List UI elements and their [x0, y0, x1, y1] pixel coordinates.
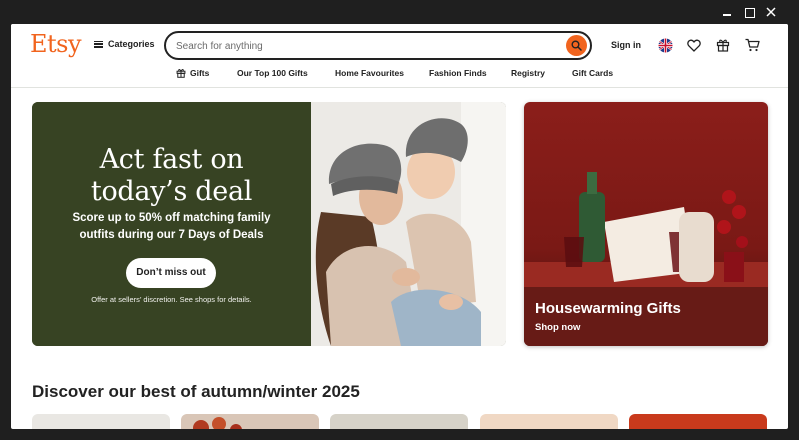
gift-icon[interactable] [715, 37, 731, 53]
category-nav: Gifts Our Top 100 Gifts Home Favourites … [11, 66, 788, 84]
categories-label: Categories [108, 39, 155, 49]
maximize-icon[interactable] [740, 3, 758, 21]
etsy-logo[interactable]: Etsy [30, 30, 82, 58]
nav-item-home-favourites[interactable]: Home Favourites [335, 68, 404, 78]
autumn-winter-tile[interactable] [330, 414, 468, 429]
shop-now-link[interactable]: Shop now [535, 322, 580, 333]
hero-subtitle-line: Score up to 50% off matching family [72, 212, 271, 224]
window-titlebar [0, 0, 799, 24]
hero-title-line: today’s deal [90, 176, 253, 207]
flag-icon[interactable] [657, 37, 673, 53]
nav-item-top-100-gifts[interactable]: Our Top 100 Gifts [237, 68, 308, 78]
heart-icon[interactable] [686, 37, 702, 53]
browser-viewport: Etsy Categories Sign in [11, 24, 788, 429]
hero-fine-print: Offer at sellers’ discretion. See shops … [91, 295, 252, 304]
promo-title: Housewarming Gifts [535, 300, 681, 317]
tile-photo [193, 417, 242, 429]
hero-subtitle-line: outfits during our 7 Days of Deals [79, 229, 264, 241]
nav-item-gifts[interactable]: Gifts [176, 68, 209, 78]
minimize-icon[interactable] [718, 3, 736, 21]
autumn-winter-tile[interactable] [32, 414, 170, 429]
hero-banner[interactable]: Act fast on today’s deal Score up to 50%… [32, 102, 506, 346]
categories-button[interactable]: Categories [94, 39, 155, 49]
section-title: Discover our best of autumn/winter 2025 [32, 382, 360, 401]
gift-icon [176, 69, 186, 78]
autumn-winter-tile[interactable] [181, 414, 319, 429]
nav-item-gift-cards[interactable]: Gift Cards [572, 68, 613, 78]
nav-item-label: Gifts [190, 68, 210, 78]
nav-item-registry[interactable]: Registry [511, 68, 545, 78]
hero-family-photo [311, 102, 506, 346]
hero-title-line: Act fast on [99, 144, 244, 175]
menu-icon [94, 40, 103, 48]
hero-title: Act fast on today’s deal [32, 144, 311, 208]
housewarming-gifts-card[interactable]: Housewarming Gifts Shop now [524, 102, 768, 346]
close-icon[interactable] [762, 3, 780, 21]
search-bar [164, 31, 592, 60]
hero-subtitle: Score up to 50% off matching family outf… [52, 210, 291, 244]
search-button[interactable] [566, 35, 587, 56]
autumn-winter-tile[interactable] [629, 414, 767, 429]
cart-icon[interactable] [744, 37, 760, 53]
sign-in-link[interactable]: Sign in [611, 40, 641, 50]
site-header: Etsy Categories Sign in [11, 24, 788, 88]
nav-item-fashion-finds[interactable]: Fashion Finds [429, 68, 487, 78]
autumn-winter-tile[interactable] [480, 414, 618, 429]
dont-miss-out-button[interactable]: Don’t miss out [126, 258, 216, 288]
search-input[interactable] [176, 38, 556, 54]
hero-text-panel: Act fast on today’s deal Score up to 50%… [32, 102, 311, 346]
search-icon [571, 40, 582, 51]
